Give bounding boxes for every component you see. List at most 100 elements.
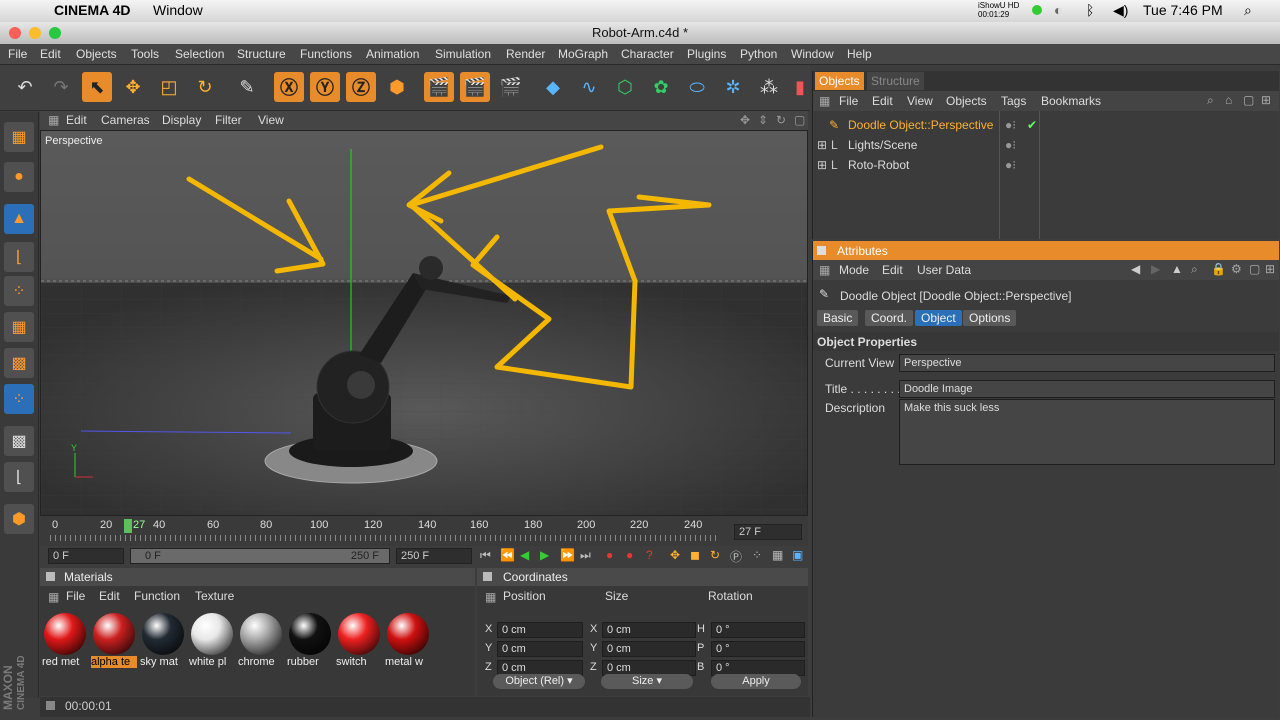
next-key-icon[interactable]: ⏩ bbox=[560, 548, 575, 562]
material-swatch[interactable]: white pl bbox=[189, 612, 235, 670]
viewport-menu-edit[interactable]: Edit bbox=[66, 113, 87, 127]
new-panel-icon[interactable]: ▢ bbox=[1249, 262, 1260, 276]
key-rotation-icon[interactable]: ↻ bbox=[710, 548, 720, 562]
material-swatch[interactable]: switch bbox=[336, 612, 382, 670]
drag-handle-icon[interactable]: ▦ bbox=[485, 590, 496, 604]
menu-plugins[interactable]: Plugins bbox=[687, 47, 726, 61]
go-to-start-icon[interactable]: ⏮ bbox=[480, 548, 491, 563]
tab-coord[interactable]: Coord. bbox=[865, 310, 914, 326]
key-pla-icon[interactable]: ⁘ bbox=[752, 548, 762, 562]
menu-edit[interactable]: Edit bbox=[40, 47, 61, 61]
visibility-dots-icon[interactable]: ●⁝ bbox=[1005, 156, 1016, 175]
array-icon[interactable]: ✿ bbox=[646, 72, 676, 102]
visibility-dots-icon[interactable]: ●⁝ bbox=[1005, 116, 1016, 135]
menu-character[interactable]: Character bbox=[621, 47, 674, 61]
app-name[interactable]: CINEMA 4D bbox=[54, 2, 131, 18]
menu-animation[interactable]: Animation bbox=[366, 47, 419, 61]
panel-menu-icon[interactable] bbox=[817, 246, 826, 255]
menu-file[interactable]: File bbox=[8, 47, 27, 61]
end-frame-field[interactable]: 250 F bbox=[396, 548, 472, 564]
expand-toggle-icon[interactable]: ⊞ bbox=[817, 136, 827, 155]
material-swatch[interactable]: rubber bbox=[287, 612, 333, 670]
viewport-menu-filter[interactable]: Filter bbox=[215, 113, 242, 127]
menu-functions[interactable]: Functions bbox=[300, 47, 352, 61]
menu-selection[interactable]: Selection bbox=[175, 47, 224, 61]
menu-structure[interactable]: Structure bbox=[237, 47, 286, 61]
environment-icon[interactable]: ⁂ bbox=[754, 72, 784, 102]
render-settings-icon[interactable]: 🎬 bbox=[496, 72, 526, 102]
expand-toggle-icon[interactable]: ⊞ bbox=[817, 156, 827, 175]
render-view-icon[interactable]: 🎬 bbox=[424, 72, 454, 102]
search-icon[interactable]: ⌕ bbox=[1207, 93, 1214, 108]
material-swatch[interactable]: sky mat bbox=[140, 612, 186, 670]
perspective-viewport[interactable]: Perspective Y bbox=[40, 130, 808, 516]
current-frame-field[interactable]: 27 F bbox=[734, 524, 802, 540]
use-polygon-mode-icon[interactable]: ▩ bbox=[4, 348, 34, 378]
obj-menu-bookmarks[interactable]: Bookmarks bbox=[1041, 94, 1101, 108]
workplane-icon[interactable]: ▩ bbox=[4, 426, 34, 456]
object-row-lights[interactable]: ⊞ L Lights/Scene ●⁝ bbox=[813, 136, 1016, 155]
y-axis-lock-icon[interactable]: Ⓨ bbox=[310, 72, 340, 102]
up-arrow-icon[interactable]: ▲ bbox=[1171, 262, 1183, 276]
enabled-check-icon[interactable]: ✔ bbox=[1027, 116, 1037, 135]
obj-menu-file[interactable]: File bbox=[839, 94, 858, 108]
clock[interactable]: Tue 7:46 PM bbox=[1143, 2, 1223, 18]
subdivision-icon[interactable]: ⬡ bbox=[610, 72, 640, 102]
tab-objects[interactable]: Objects bbox=[815, 72, 864, 90]
texture-mode-icon[interactable]: ⁘ bbox=[4, 384, 34, 414]
coordinate-system-icon[interactable]: ⬢ bbox=[382, 72, 412, 102]
materials-menu-texture[interactable]: Texture bbox=[195, 589, 234, 603]
panel-menu-icon[interactable] bbox=[483, 572, 492, 581]
play-forward-icon[interactable]: ▶ bbox=[540, 548, 549, 562]
materials-menu-file[interactable]: File bbox=[66, 589, 85, 603]
obj-menu-objects[interactable]: Objects bbox=[946, 94, 987, 108]
coord-size-field[interactable]: 0 cm bbox=[602, 641, 696, 657]
title-field[interactable]: Doodle Image bbox=[899, 380, 1275, 398]
use-object-mode-icon[interactable]: ● bbox=[4, 162, 34, 192]
menu-tools[interactable]: Tools bbox=[131, 47, 159, 61]
menu-simulation[interactable]: Simulation bbox=[435, 47, 491, 61]
description-textarea[interactable]: Make this suck less bbox=[899, 399, 1275, 465]
key-position-icon[interactable]: ✥ bbox=[670, 548, 680, 562]
use-object-axis-icon[interactable]: ▲ bbox=[4, 204, 34, 234]
visibility-dots-icon[interactable]: ●⁝ bbox=[1005, 136, 1016, 155]
new-panel-icon[interactable]: ▢ bbox=[1243, 93, 1254, 107]
redo-icon[interactable]: ↷ bbox=[46, 72, 76, 102]
coord-size-field[interactable]: 0 cm bbox=[602, 622, 696, 638]
tab-structure[interactable]: Structure bbox=[867, 72, 924, 90]
coord-rot-field[interactable]: 0 ° bbox=[711, 622, 805, 638]
status-menu-icon[interactable] bbox=[46, 701, 55, 710]
play-backward-icon[interactable]: ◀ bbox=[520, 548, 529, 562]
live-selection-icon[interactable]: ⬉ bbox=[82, 72, 112, 102]
start-frame-field[interactable]: 0 F bbox=[48, 548, 124, 564]
viewport-menu-display[interactable]: Display bbox=[162, 113, 201, 127]
scheme-icon[interactable]: ▦ bbox=[772, 548, 783, 562]
search-icon[interactable]: ⌕ bbox=[1191, 262, 1198, 277]
viewport-menu-cameras[interactable]: Cameras bbox=[101, 113, 150, 127]
material-swatch[interactable]: alpha te bbox=[91, 612, 137, 670]
drag-handle-icon[interactable]: ▦ bbox=[48, 113, 59, 127]
object-row-robot[interactable]: ⊞ L Roto-Robot ●⁝ bbox=[813, 156, 1016, 175]
rotate-icon[interactable]: ↻ bbox=[190, 72, 220, 102]
undo-icon[interactable]: ↶ bbox=[10, 72, 40, 102]
tab-options[interactable]: Options bbox=[963, 310, 1017, 326]
current-frame-marker[interactable] bbox=[124, 519, 132, 533]
z-axis-lock-icon[interactable]: Ⓩ bbox=[346, 72, 376, 102]
viewport-menu-view[interactable]: View bbox=[258, 113, 284, 127]
obj-menu-view[interactable]: View bbox=[907, 94, 933, 108]
current-view-field[interactable]: Perspective bbox=[899, 354, 1275, 372]
menu-render[interactable]: Render bbox=[506, 47, 545, 61]
preview-range-slider[interactable]: 0 F 250 F bbox=[130, 548, 390, 564]
coordinate-mode-dropdown[interactable]: Object (Rel) ▾ bbox=[493, 674, 585, 689]
viewport-move-icon[interactable]: ✥ bbox=[740, 113, 750, 127]
render-picture-viewer-icon[interactable]: 🎬 bbox=[460, 72, 490, 102]
last-tool-icon[interactable]: ✎ bbox=[232, 72, 262, 102]
back-arrow-icon[interactable]: ◀ bbox=[1131, 262, 1140, 276]
use-model-mode-icon[interactable]: ▦ bbox=[4, 122, 34, 152]
key-parameter-icon[interactable]: Ⓟ bbox=[730, 548, 742, 565]
obj-menu-edit[interactable]: Edit bbox=[872, 94, 893, 108]
attr-menu-edit[interactable]: Edit bbox=[882, 263, 903, 277]
size-mode-dropdown[interactable]: Size ▾ bbox=[601, 674, 693, 689]
deformer-icon[interactable]: ⬭ bbox=[682, 72, 712, 102]
coord-rot-field[interactable]: 0 ° bbox=[711, 641, 805, 657]
